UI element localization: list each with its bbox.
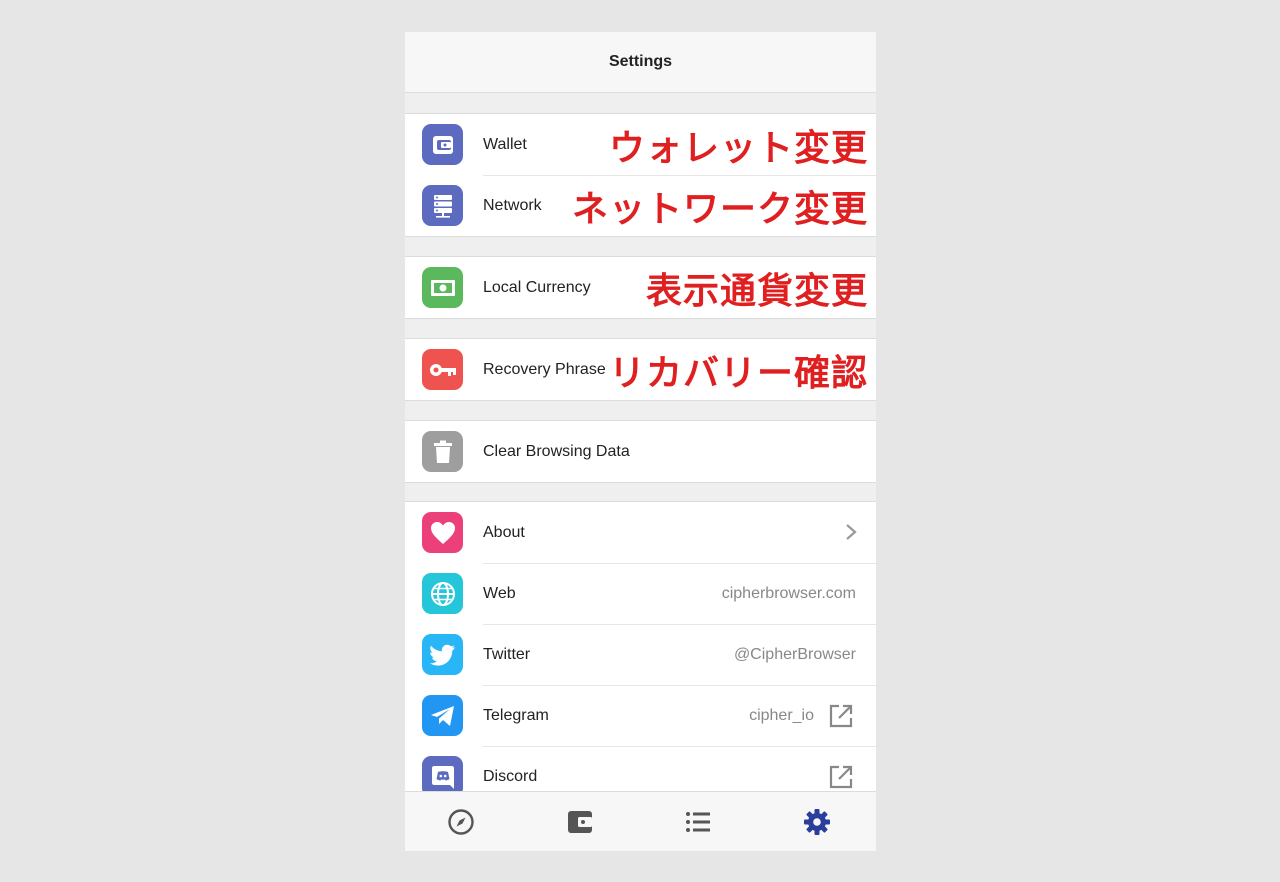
about-label: About xyxy=(483,523,525,541)
recovery-group: Recovery Phrase リカバリー確認 xyxy=(405,338,876,401)
settings-screen: Settings Wallet ウォレット変更 Network ネットワーク変更… xyxy=(405,32,876,851)
tab-browser[interactable] xyxy=(445,806,477,838)
clear-browsing-data-label: Clear Browsing Data xyxy=(483,442,630,460)
wallet-label: Wallet xyxy=(483,135,527,153)
recovery-phrase-label: Recovery Phrase xyxy=(483,360,606,378)
settings-item-network[interactable]: Network ネットワーク変更 xyxy=(405,175,876,236)
telegram-icon xyxy=(422,695,463,736)
tab-settings[interactable] xyxy=(801,806,833,838)
twitter-icon xyxy=(422,634,463,675)
heart-icon xyxy=(422,512,463,553)
twitter-label: Twitter xyxy=(483,645,531,663)
local-currency-label: Local Currency xyxy=(483,278,591,296)
gear-icon xyxy=(804,809,830,835)
tab-wallet[interactable] xyxy=(564,806,596,838)
wallet-icon xyxy=(422,124,463,165)
wallet-annotation: ウォレット変更 xyxy=(608,127,868,169)
chevron-right-icon xyxy=(846,524,857,540)
wallet-network-group: Wallet ウォレット変更 Network ネットワーク変更 xyxy=(405,113,876,237)
recovery-annotation: リカバリー確認 xyxy=(608,352,868,394)
twitter-value[interactable]: @CipherBrowser xyxy=(734,646,856,664)
web-value[interactable]: cipherbrowser.com xyxy=(722,585,856,603)
bottom-tab-bar xyxy=(405,791,876,851)
money-icon xyxy=(422,267,463,308)
discord-label: Discord xyxy=(483,767,538,785)
list-icon xyxy=(686,812,710,832)
settings-item-local-currency[interactable]: Local Currency 表示通貨変更 xyxy=(405,257,876,318)
key-icon xyxy=(422,349,463,390)
external-link-icon[interactable] xyxy=(828,764,854,790)
settings-item-telegram[interactable]: Telegram cipher_io xyxy=(405,685,876,746)
external-link-icon[interactable] xyxy=(828,703,854,729)
clear-data-group: Clear Browsing Data xyxy=(405,420,876,483)
network-label: Network xyxy=(483,196,542,214)
network-annotation: ネットワーク変更 xyxy=(571,188,868,230)
info-group: About Web cipherbrowser.com Twitter @Cip… xyxy=(405,501,876,807)
currency-group: Local Currency 表示通貨変更 xyxy=(405,256,876,319)
telegram-value[interactable]: cipher_io xyxy=(749,707,814,725)
page-title: Settings xyxy=(405,32,876,93)
settings-item-clear-browsing-data[interactable]: Clear Browsing Data xyxy=(405,421,876,482)
compass-icon xyxy=(448,809,474,835)
wallet-icon xyxy=(568,811,592,833)
settings-item-twitter[interactable]: Twitter @CipherBrowser xyxy=(405,624,876,685)
globe-icon xyxy=(422,573,463,614)
settings-item-wallet[interactable]: Wallet ウォレット変更 xyxy=(405,114,876,175)
settings-item-web[interactable]: Web cipherbrowser.com xyxy=(405,563,876,624)
telegram-label: Telegram xyxy=(483,706,549,724)
server-icon xyxy=(422,185,463,226)
tab-list[interactable] xyxy=(682,806,714,838)
currency-annotation: 表示通貨変更 xyxy=(645,270,868,312)
settings-item-recovery-phrase[interactable]: Recovery Phrase リカバリー確認 xyxy=(405,339,876,400)
settings-item-about[interactable]: About xyxy=(405,502,876,563)
web-label: Web xyxy=(483,584,516,602)
trash-icon xyxy=(422,431,463,472)
